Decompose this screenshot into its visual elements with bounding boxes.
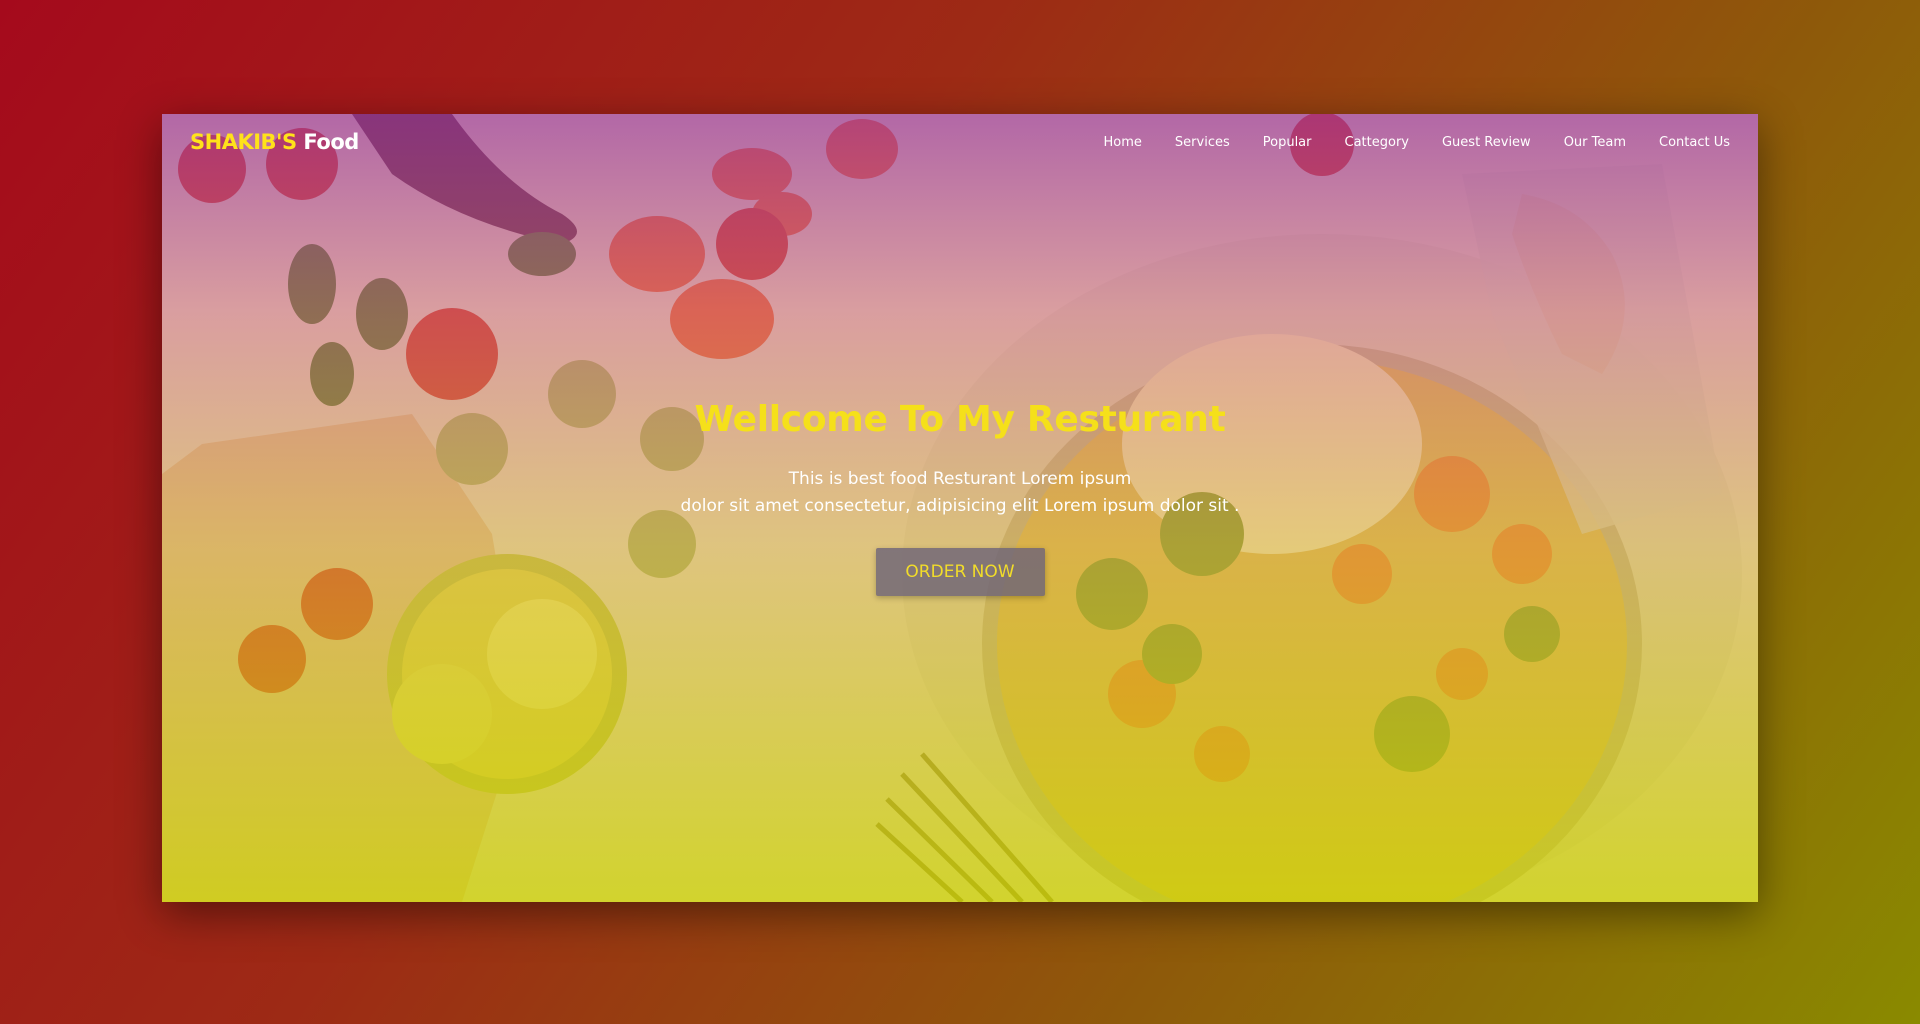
nav-link-contact-us[interactable]: Contact Us: [1659, 135, 1730, 150]
hero-title: Wellcome To My Resturant: [694, 399, 1226, 440]
nav-menu: Home Services Popular Cattegory Guest Re…: [1071, 135, 1730, 150]
hero-description: This is best food Resturant Lorem ipsum …: [162, 466, 1758, 520]
nav-link-category[interactable]: Cattegory: [1345, 135, 1409, 150]
top-navbar: SHAKIB'S Food Home Services Popular Catt…: [162, 114, 1758, 170]
nav-link-home[interactable]: Home: [1104, 135, 1142, 150]
website-preview-frame: SHAKIB'S Food Home Services Popular Catt…: [162, 114, 1758, 902]
nav-link-popular[interactable]: Popular: [1263, 135, 1312, 150]
hero-description-line2: dolor sit amet consectetur, adipisicing …: [680, 496, 1240, 516]
brand-name-part1: SHAKIB'S: [190, 130, 297, 154]
hero-section: Wellcome To My Resturant This is best fo…: [162, 399, 1758, 596]
nav-link-services[interactable]: Services: [1175, 135, 1230, 150]
nav-link-our-team[interactable]: Our Team: [1564, 135, 1626, 150]
nav-link-guest-review[interactable]: Guest Review: [1442, 135, 1531, 150]
order-now-button[interactable]: ORDER NOW: [875, 548, 1045, 596]
hero-description-line1: This is best food Resturant Lorem ipsum: [788, 469, 1132, 489]
brand-name-part2: Food: [303, 130, 359, 154]
brand-logo[interactable]: SHAKIB'S Food: [190, 130, 359, 154]
